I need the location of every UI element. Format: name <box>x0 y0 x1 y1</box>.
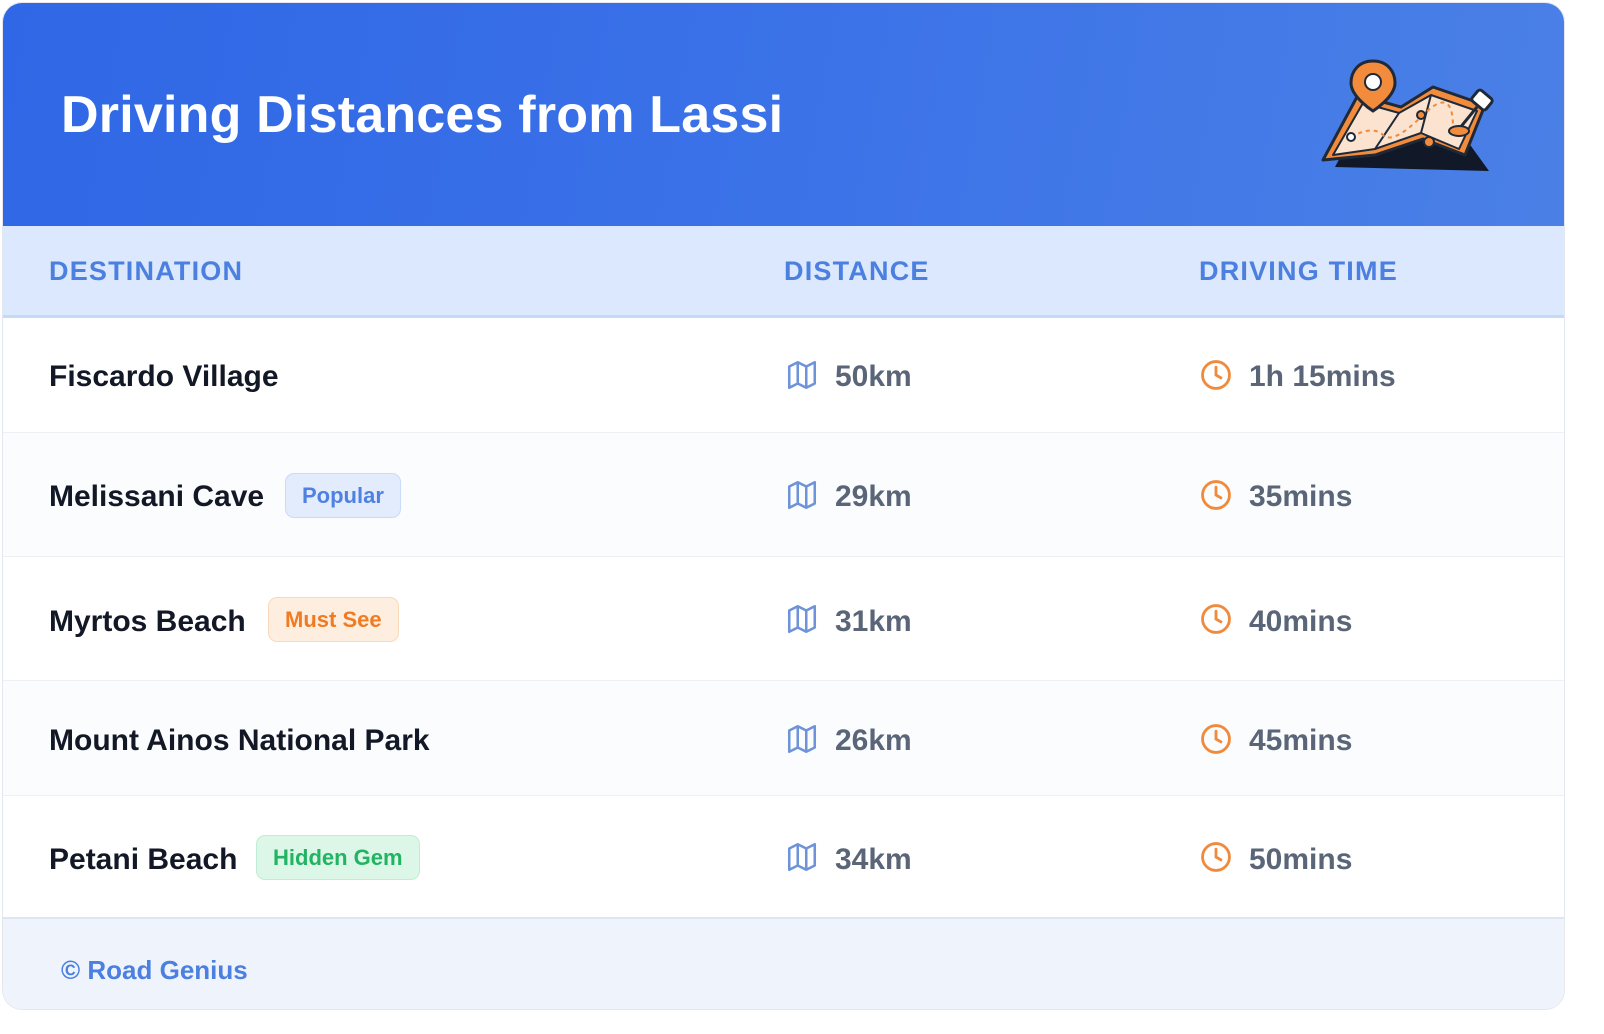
clock-icon <box>1201 842 1231 872</box>
destination-name: Fiscardo Village <box>49 360 279 393</box>
card-footer: © Road Genius <box>3 917 1564 1009</box>
distance-value: 26km <box>835 724 912 757</box>
column-header-destination: DESTINATION <box>49 256 244 286</box>
table-header: DESTINATION DISTANCE DRIVING TIME <box>3 226 1564 318</box>
distance-card: Driving Distances from Lassi DESTINATION… <box>2 2 1565 1010</box>
driving-time-value: 35mins <box>1249 480 1353 513</box>
driving-time-value: 50mins <box>1249 843 1353 876</box>
clock-icon <box>1201 604 1231 634</box>
driving-time-value: 45mins <box>1249 724 1353 757</box>
footer-credit: © Road Genius <box>61 955 248 985</box>
badge-popular: Popular <box>285 473 401 518</box>
column-header-driving-time: DRIVING TIME <box>1199 256 1398 286</box>
distance-value: 50km <box>835 360 912 393</box>
clock-icon <box>1201 480 1231 510</box>
badge-must-see: Must See <box>268 597 399 642</box>
table-row: Mount Ainos National Park 26km 45mins <box>3 681 1564 796</box>
column-header-distance: DISTANCE <box>784 256 930 286</box>
page-title: Driving Distances from Lassi <box>61 86 784 144</box>
map-icon <box>787 360 817 390</box>
card-header: Driving Distances from Lassi <box>3 3 1564 226</box>
map-icon <box>787 480 817 510</box>
badge-hidden-gem: Hidden Gem <box>256 835 420 880</box>
map-icon <box>787 842 817 872</box>
destination-name: Petani Beach <box>49 843 238 876</box>
table-row: Melissani Cave Popular 29km 35mins <box>3 433 1564 557</box>
clock-icon <box>1201 360 1231 390</box>
destination-name: Myrtos Beach <box>49 605 246 638</box>
destination-name: Mount Ainos National Park <box>49 724 430 757</box>
clock-icon <box>1201 724 1231 754</box>
destination-name: Melissani Cave <box>49 480 265 513</box>
table-row: Petani Beach Hidden Gem 34km 50mins <box>3 796 1564 917</box>
driving-time-value: 40mins <box>1249 605 1353 638</box>
map-icon <box>787 604 817 634</box>
table-row: Myrtos Beach Must See 31km 40mins <box>3 557 1564 681</box>
driving-time-value: 1h 15mins <box>1249 360 1396 393</box>
map-pin-illustration-icon <box>1321 59 1494 171</box>
table-row: Fiscardo Village 50km 1h 15mins <box>3 318 1564 433</box>
map-icon <box>787 724 817 754</box>
distance-value: 34km <box>835 843 912 876</box>
distance-value: 29km <box>835 480 912 513</box>
distance-value: 31km <box>835 605 912 638</box>
